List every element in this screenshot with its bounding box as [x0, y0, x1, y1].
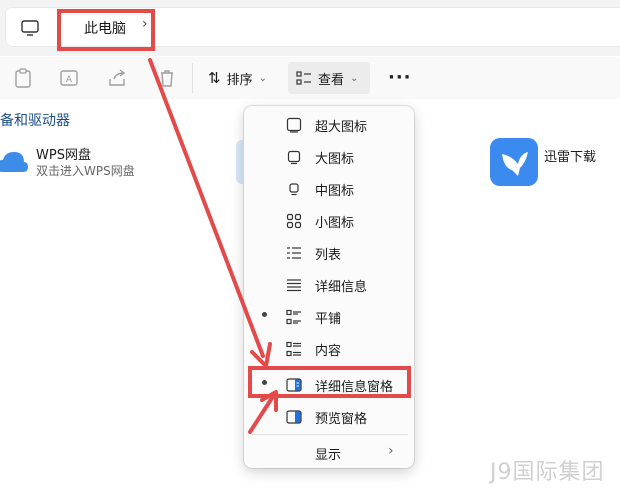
menu-item-label: 显示: [315, 448, 342, 463]
folder-item-xunlei[interactable]: 迅雷下载: [490, 138, 610, 188]
large-icons-icon: [287, 150, 301, 165]
menu-item-details-pane[interactable]: 详细信息窗格: [244, 368, 414, 400]
wps-cloud-icon: [0, 152, 28, 172]
menu-item-label: 预览窗格: [315, 412, 368, 427]
paste-icon[interactable]: [12, 67, 34, 89]
menu-item-medium-icons[interactable]: 中图标: [244, 172, 414, 204]
chevron-down-icon: ⌄: [350, 72, 359, 84]
watermark: J9国际集团: [490, 460, 605, 485]
breadcrumb-chevron-icon[interactable]: ›: [56, 16, 62, 32]
svg-text:A: A: [66, 75, 73, 85]
toolbar-divider: [192, 63, 193, 93]
drive-description: 双击进入WPS网盘: [36, 164, 135, 178]
extra-large-icons-icon: [286, 117, 302, 133]
command-bar: A ⇅ 排序 ⌄ 查看 ⌄ ···: [0, 57, 620, 99]
menu-separator: [250, 434, 408, 435]
chevron-right-icon: ›: [388, 443, 394, 459]
menu-item-label: 大图标: [315, 152, 355, 167]
view-dropdown-menu: 超大图标 大图标 中图标 小图标 列表 详细信息 平铺 内容 详细信息窗格 预览…: [244, 106, 414, 468]
share-icon[interactable]: [106, 67, 128, 89]
menu-item-show[interactable]: 显示 ›: [244, 436, 414, 468]
rename-icon[interactable]: A: [58, 67, 80, 89]
address-bar-area: › 此电脑 ›: [0, 0, 620, 56]
menu-item-label: 小图标: [315, 216, 355, 231]
menu-item-tiles[interactable]: 平铺: [244, 300, 414, 332]
menu-item-label: 超大图标: [315, 120, 368, 135]
delete-icon[interactable]: [156, 67, 178, 89]
breadcrumb-this-pc[interactable]: 此电脑: [84, 18, 126, 38]
more-options-icon[interactable]: ···: [388, 67, 412, 88]
menu-item-label: 中图标: [315, 184, 355, 199]
medium-icons-icon: [289, 183, 299, 196]
menu-item-preview-pane[interactable]: 预览窗格: [244, 400, 414, 432]
view-label: 查看: [318, 72, 345, 88]
menu-item-small-icons[interactable]: 小图标: [244, 204, 414, 236]
menu-item-label: 详细信息窗格: [315, 380, 394, 395]
tiles-icon: [286, 309, 301, 325]
small-icons-icon: [286, 213, 302, 229]
sort-button[interactable]: ⇅ 排序 ⌄: [200, 62, 275, 94]
breadcrumb-chevron-icon[interactable]: ›: [142, 16, 148, 32]
drive-item-wps[interactable]: WPS网盘 双击进入WPS网盘: [0, 142, 180, 182]
details-icon: [287, 279, 301, 292]
folder-name: 迅雷下载: [544, 150, 597, 165]
view-button[interactable]: 查看 ⌄: [288, 62, 370, 94]
xunlei-bird-icon: [490, 138, 538, 186]
chevron-down-icon: ⌄: [258, 72, 267, 84]
menu-item-label: 内容: [315, 344, 342, 359]
drive-name: WPS网盘: [36, 148, 91, 163]
monitor-icon[interactable]: [20, 18, 40, 38]
content-icon: [286, 341, 301, 357]
preview-pane-icon: [286, 410, 302, 424]
list-icon: [287, 247, 301, 259]
details-pane-icon: [286, 378, 302, 392]
address-bar[interactable]: › 此电脑 ›: [6, 8, 620, 46]
menu-item-large-icons[interactable]: 大图标: [244, 140, 414, 172]
menu-item-extra-large-icons[interactable]: 超大图标: [244, 108, 414, 140]
section-header-devices: 备和驱动器: [0, 113, 70, 129]
menu-item-list[interactable]: 列表: [244, 236, 414, 268]
menu-item-label: 列表: [315, 248, 342, 263]
view-icon: [296, 71, 311, 85]
menu-item-label: 详细信息: [315, 280, 368, 295]
selected-bullet-icon: [262, 312, 267, 317]
sort-label: 排序: [226, 72, 253, 88]
menu-item-label: 平铺: [315, 312, 342, 327]
menu-separator: [250, 366, 408, 367]
menu-item-details[interactable]: 详细信息: [244, 268, 414, 300]
selected-bullet-icon: [262, 380, 267, 385]
sort-icon: ⇅: [208, 69, 221, 87]
menu-item-content[interactable]: 内容: [244, 332, 414, 364]
